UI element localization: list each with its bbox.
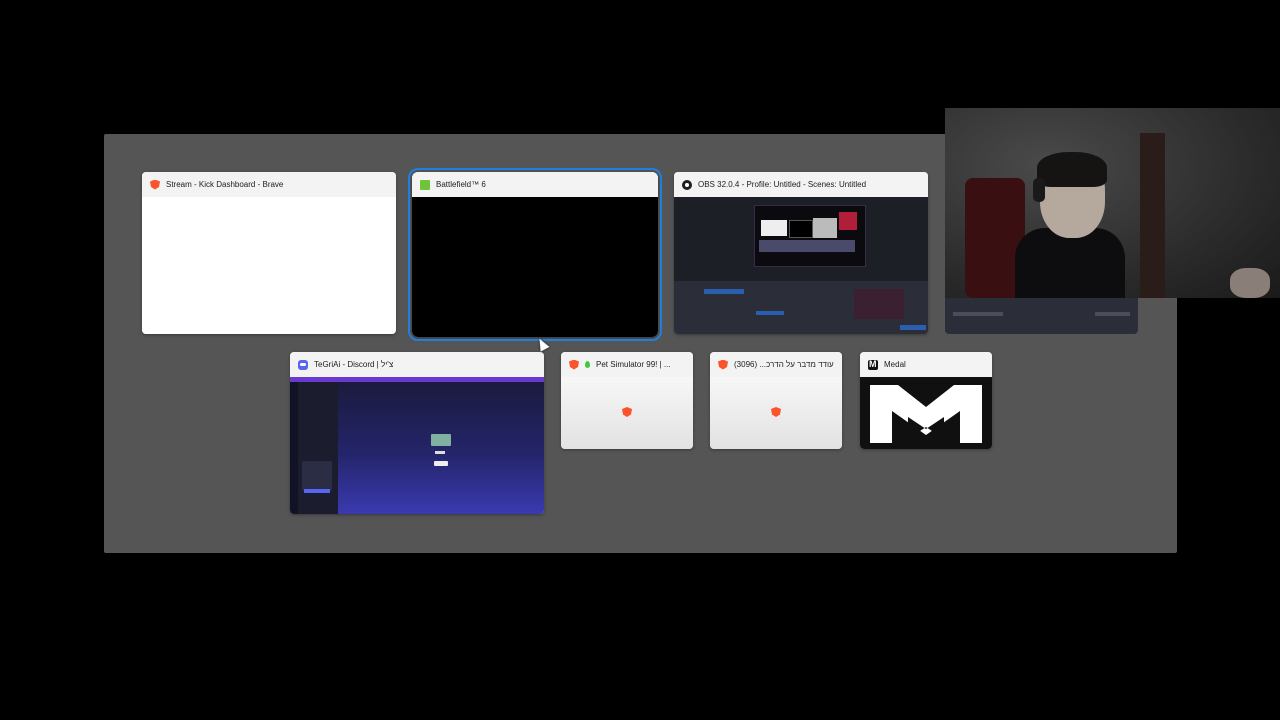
dock-highlight: [704, 289, 744, 294]
brave-icon: [718, 359, 728, 370]
preview-strip: [759, 240, 855, 252]
window-title: Medal: [884, 360, 906, 369]
window-thumbnail: [860, 377, 992, 449]
window-tile-medal[interactable]: Medal: [860, 352, 992, 449]
obs-icon: [682, 179, 692, 190]
webcam-person-hair: [1037, 152, 1107, 187]
obs-extension-bar: [1095, 312, 1130, 316]
window-tile-kick-dashboard[interactable]: Stream - Kick Dashboard - Brave: [142, 172, 396, 334]
webcam-hand: [1230, 268, 1270, 298]
tile-titlebar: OBS 32.0.4 - Profile: Untitled - Scenes:…: [674, 172, 928, 197]
obs-preview: [754, 205, 866, 267]
brave-logo-icon: [771, 407, 781, 417]
discord-server-rail: [290, 382, 298, 514]
window-thumbnail: [142, 197, 396, 334]
window-title: TeGriAi - Discord | צ'יל: [314, 360, 394, 369]
window-title: Pet Simulator 99! | ...: [596, 360, 671, 369]
discord-join-button: [304, 489, 330, 493]
tile-titlebar: Medal: [860, 352, 992, 377]
brave-logo-icon: [622, 407, 632, 417]
webcam-headphones: [1033, 178, 1045, 202]
obs-scenes-dock: [674, 281, 928, 334]
window-title: Battlefield™ 6: [436, 180, 486, 189]
window-tile-hebrew-video[interactable]: עודד מדבר על הדרכ... (3096): [710, 352, 842, 449]
webcam-person-body: [1015, 228, 1125, 298]
dock-highlight: [756, 311, 784, 315]
obs-extension: [945, 298, 1138, 334]
webcam-overlay: [945, 108, 1280, 298]
discord-center-card: [431, 434, 451, 446]
green-tab-icon: [585, 361, 590, 368]
discord-icon: [298, 359, 308, 370]
tile-titlebar: Pet Simulator 99! | ...: [561, 352, 693, 377]
preview-window-red: [839, 212, 857, 230]
tile-titlebar: Stream - Kick Dashboard - Brave: [142, 172, 396, 197]
window-title: Stream - Kick Dashboard - Brave: [166, 180, 284, 189]
webcam-door: [1140, 133, 1165, 298]
discord-center-text: [435, 451, 445, 454]
dock-highlight: [900, 325, 926, 330]
battlefield-icon: [420, 179, 430, 190]
brave-icon: [569, 359, 579, 370]
tile-titlebar: עודד מדבר על הדרכ... (3096): [710, 352, 842, 377]
window-tile-pet-simulator[interactable]: Pet Simulator 99! | ...: [561, 352, 693, 449]
window-tile-discord[interactable]: TeGriAi - Discord | צ'יל: [290, 352, 544, 514]
window-thumbnail: [710, 377, 842, 449]
preview-window-gray: [813, 218, 837, 238]
tile-titlebar: TeGriAi - Discord | צ'יל: [290, 352, 544, 377]
obs-extension-bar: [953, 312, 1003, 316]
brave-icon: [150, 179, 160, 190]
window-thumbnail: [290, 377, 544, 514]
window-thumbnail: [674, 197, 928, 334]
discord-center-button: [434, 461, 448, 466]
discord-channel-list: [298, 382, 338, 514]
preview-window-white: [761, 220, 787, 236]
medal-icon: [868, 359, 878, 370]
window-thumbnail: [412, 197, 658, 337]
preview-window-black: [789, 220, 813, 238]
dock-highlight: [854, 289, 904, 319]
window-tile-obs[interactable]: OBS 32.0.4 - Profile: Untitled - Scenes:…: [674, 172, 928, 334]
window-title: OBS 32.0.4 - Profile: Untitled - Scenes:…: [698, 180, 867, 189]
medal-logo-icon: [870, 385, 982, 443]
window-title: עודד מדבר על הדרכ... (3096): [734, 360, 834, 369]
window-tile-battlefield[interactable]: Battlefield™ 6: [408, 168, 662, 341]
window-thumbnail: [561, 377, 693, 449]
tile-titlebar: Battlefield™ 6: [412, 172, 658, 197]
discord-channel-panel: [302, 461, 332, 491]
